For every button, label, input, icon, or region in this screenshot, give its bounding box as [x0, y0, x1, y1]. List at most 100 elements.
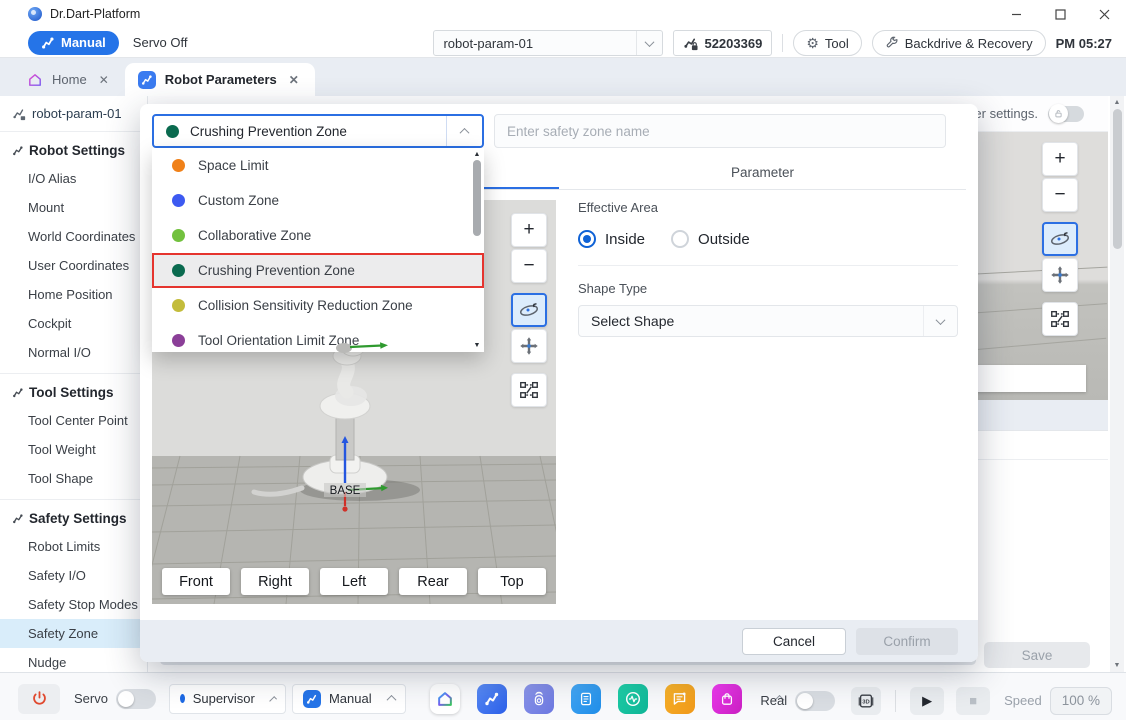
scroll-up-icon[interactable]: ▲	[474, 149, 481, 160]
sidebar-item-safety-zone[interactable]: Safety Zone	[0, 619, 147, 648]
sidebar-item-safety-io[interactable]: Safety I/O	[0, 561, 147, 590]
stop-button[interactable]: ■	[956, 686, 991, 715]
chat-log-icon	[674, 692, 687, 705]
minimize-icon	[1011, 13, 1021, 15]
scroll-down-icon[interactable]: ▼	[474, 340, 481, 351]
role-select[interactable]: Supervisor	[168, 683, 286, 714]
jog-pendant-icon	[534, 691, 544, 705]
app-home-button[interactable]	[429, 683, 460, 714]
zoom-in-button[interactable]: +	[1042, 142, 1078, 176]
sidebar-item-nudge[interactable]: Nudge	[0, 648, 147, 672]
scroll-up-icon[interactable]: ▲	[1114, 96, 1121, 109]
sidebar-title: robot-param-01	[32, 106, 122, 121]
cancel-button[interactable]: Cancel	[742, 628, 846, 655]
zoom-out-button[interactable]: −	[1042, 178, 1078, 212]
manual-mode-button[interactable]: Manual	[28, 30, 119, 55]
play-button[interactable]: ▶	[910, 686, 945, 715]
zone-type-select[interactable]: Crushing Prevention Zone	[152, 114, 484, 148]
tool-button[interactable]: ⚙ Tool	[793, 30, 862, 56]
vertical-scrollbar[interactable]: ▲ ▼	[1110, 96, 1124, 672]
view-right-button[interactable]: Right	[241, 568, 309, 595]
tab-robot-parameters-close-icon[interactable]: ✕	[286, 71, 302, 89]
backdrive-recovery-button[interactable]: Backdrive & Recovery	[871, 30, 1046, 56]
sidebar-item-tool-weight[interactable]: Tool Weight	[0, 435, 147, 464]
clock-text: PM 05:27	[1055, 35, 1112, 51]
wrench-icon	[886, 36, 898, 48]
option-collision-sensitivity-reduction-zone[interactable]: Collision Sensitivity Reduction Zone	[152, 288, 484, 323]
plus-icon: +	[1054, 148, 1066, 169]
window-title: Dr.Dart-Platform	[50, 7, 141, 21]
close-button[interactable]	[1082, 0, 1126, 28]
sidebar-item-normal-io[interactable]: Normal I/O	[0, 338, 147, 367]
tab-bar: Home ✕ Robot Parameters ✕	[0, 58, 1126, 96]
radio-inside[interactable]: Inside	[578, 230, 645, 248]
maximize-button[interactable]	[1038, 0, 1082, 28]
app-robot-params-button[interactable]	[476, 683, 507, 714]
sidebar-item-user-coordinates[interactable]: User Coordinates	[0, 251, 147, 280]
minimize-button[interactable]	[994, 0, 1038, 28]
sidebar-item-world-coordinates[interactable]: World Coordinates	[0, 222, 147, 251]
sidebar-item-tool-center-point[interactable]: Tool Center Point	[0, 406, 147, 435]
servo-toggle[interactable]	[115, 688, 156, 709]
scrollbar-thumb[interactable]	[1112, 109, 1122, 249]
scroll-down-icon[interactable]: ▼	[1114, 659, 1121, 672]
tab-parameter[interactable]: Parameter	[559, 156, 966, 189]
pan-button[interactable]	[1042, 258, 1078, 292]
real-mode-toggle[interactable]	[795, 690, 836, 711]
manual-mode-icon	[302, 689, 321, 708]
view-preset-buttons: Front Right Left Rear Top	[152, 568, 556, 595]
option-collaborative-zone[interactable]: Collaborative Zone	[152, 218, 484, 253]
robot-lock-icon	[684, 37, 698, 50]
option-tool-orientation-limit-zone[interactable]: Tool Orientation Limit Zone	[152, 323, 484, 352]
robot-serial-box[interactable]: 52203369	[673, 30, 773, 56]
radio-outside[interactable]: Outside	[671, 230, 750, 248]
sidebar-item-home-position[interactable]: Home Position	[0, 280, 147, 309]
viewport-pan-button[interactable]	[511, 329, 547, 363]
sidebar-item-io-alias[interactable]: I/O Alias	[0, 164, 147, 193]
app-store-button[interactable]	[711, 683, 742, 714]
view-left-button[interactable]: Left	[320, 568, 388, 595]
option-crushing-prevention-zone[interactable]: Crushing Prevention Zone	[152, 253, 484, 288]
app-jog-button[interactable]	[523, 683, 554, 714]
orbit-icon	[1050, 232, 1070, 245]
view-rear-button[interactable]: Rear	[399, 568, 467, 595]
app-task-writer-button[interactable]	[570, 683, 601, 714]
dropdown-scrollbar[interactable]: ▲ ▼	[471, 149, 483, 351]
speed-value-badge[interactable]: 100 %	[1049, 686, 1112, 715]
shape-type-select[interactable]: Select Shape	[578, 305, 958, 337]
sidebar-item-safety-stop-modes[interactable]: Safety Stop Modes	[0, 590, 147, 619]
app-log-button[interactable]	[664, 683, 695, 714]
sidebar-item-cockpit[interactable]: Cockpit	[0, 309, 147, 338]
tab-home-close-icon[interactable]: ✕	[96, 71, 112, 89]
save-button[interactable]: Save	[984, 642, 1090, 668]
option-custom-zone[interactable]: Custom Zone	[152, 183, 484, 218]
simulation-3d-button[interactable]: 3D	[851, 686, 882, 715]
app-monitoring-button[interactable]	[617, 683, 648, 714]
measure-button[interactable]	[1042, 302, 1078, 336]
view-front-button[interactable]: Front	[162, 568, 230, 595]
minus-icon: −	[1054, 184, 1066, 205]
zone-color-dot	[172, 299, 185, 312]
robot-param-select[interactable]: robot-param-01	[433, 30, 664, 56]
sidebar-item-tool-shape[interactable]: Tool Shape	[0, 464, 147, 493]
dropdown-scrollbar-thumb[interactable]	[473, 160, 481, 236]
confirm-button[interactable]: Confirm	[856, 628, 958, 655]
parameter-settings-toggle[interactable]	[1048, 103, 1084, 123]
main-area: robot-param-01 Robot Settings I/O Alias …	[0, 96, 1126, 672]
top-toolbar: Manual Servo Off robot-param-01 52203369…	[0, 28, 1126, 58]
mode-select[interactable]: Manual	[291, 683, 406, 714]
view-top-button[interactable]: Top	[478, 568, 546, 595]
option-space-limit[interactable]: Space Limit	[152, 148, 484, 183]
zone-name-input[interactable]	[494, 114, 946, 148]
viewport-zoom-out-button[interactable]: −	[511, 249, 547, 283]
viewport-zoom-in-button[interactable]: +	[511, 213, 547, 247]
sidebar-item-robot-limits[interactable]: Robot Limits	[0, 532, 147, 561]
tab-home[interactable]: Home ✕	[14, 63, 125, 96]
dialog-footer: Cancel Confirm	[140, 620, 978, 662]
power-button[interactable]	[18, 683, 60, 714]
viewport-orbit-button[interactable]	[511, 293, 547, 327]
sidebar-item-mount[interactable]: Mount	[0, 193, 147, 222]
viewport-measure-button[interactable]	[511, 373, 547, 407]
orbit-rotate-button[interactable]	[1042, 222, 1078, 256]
tab-robot-parameters[interactable]: Robot Parameters ✕	[124, 63, 315, 96]
